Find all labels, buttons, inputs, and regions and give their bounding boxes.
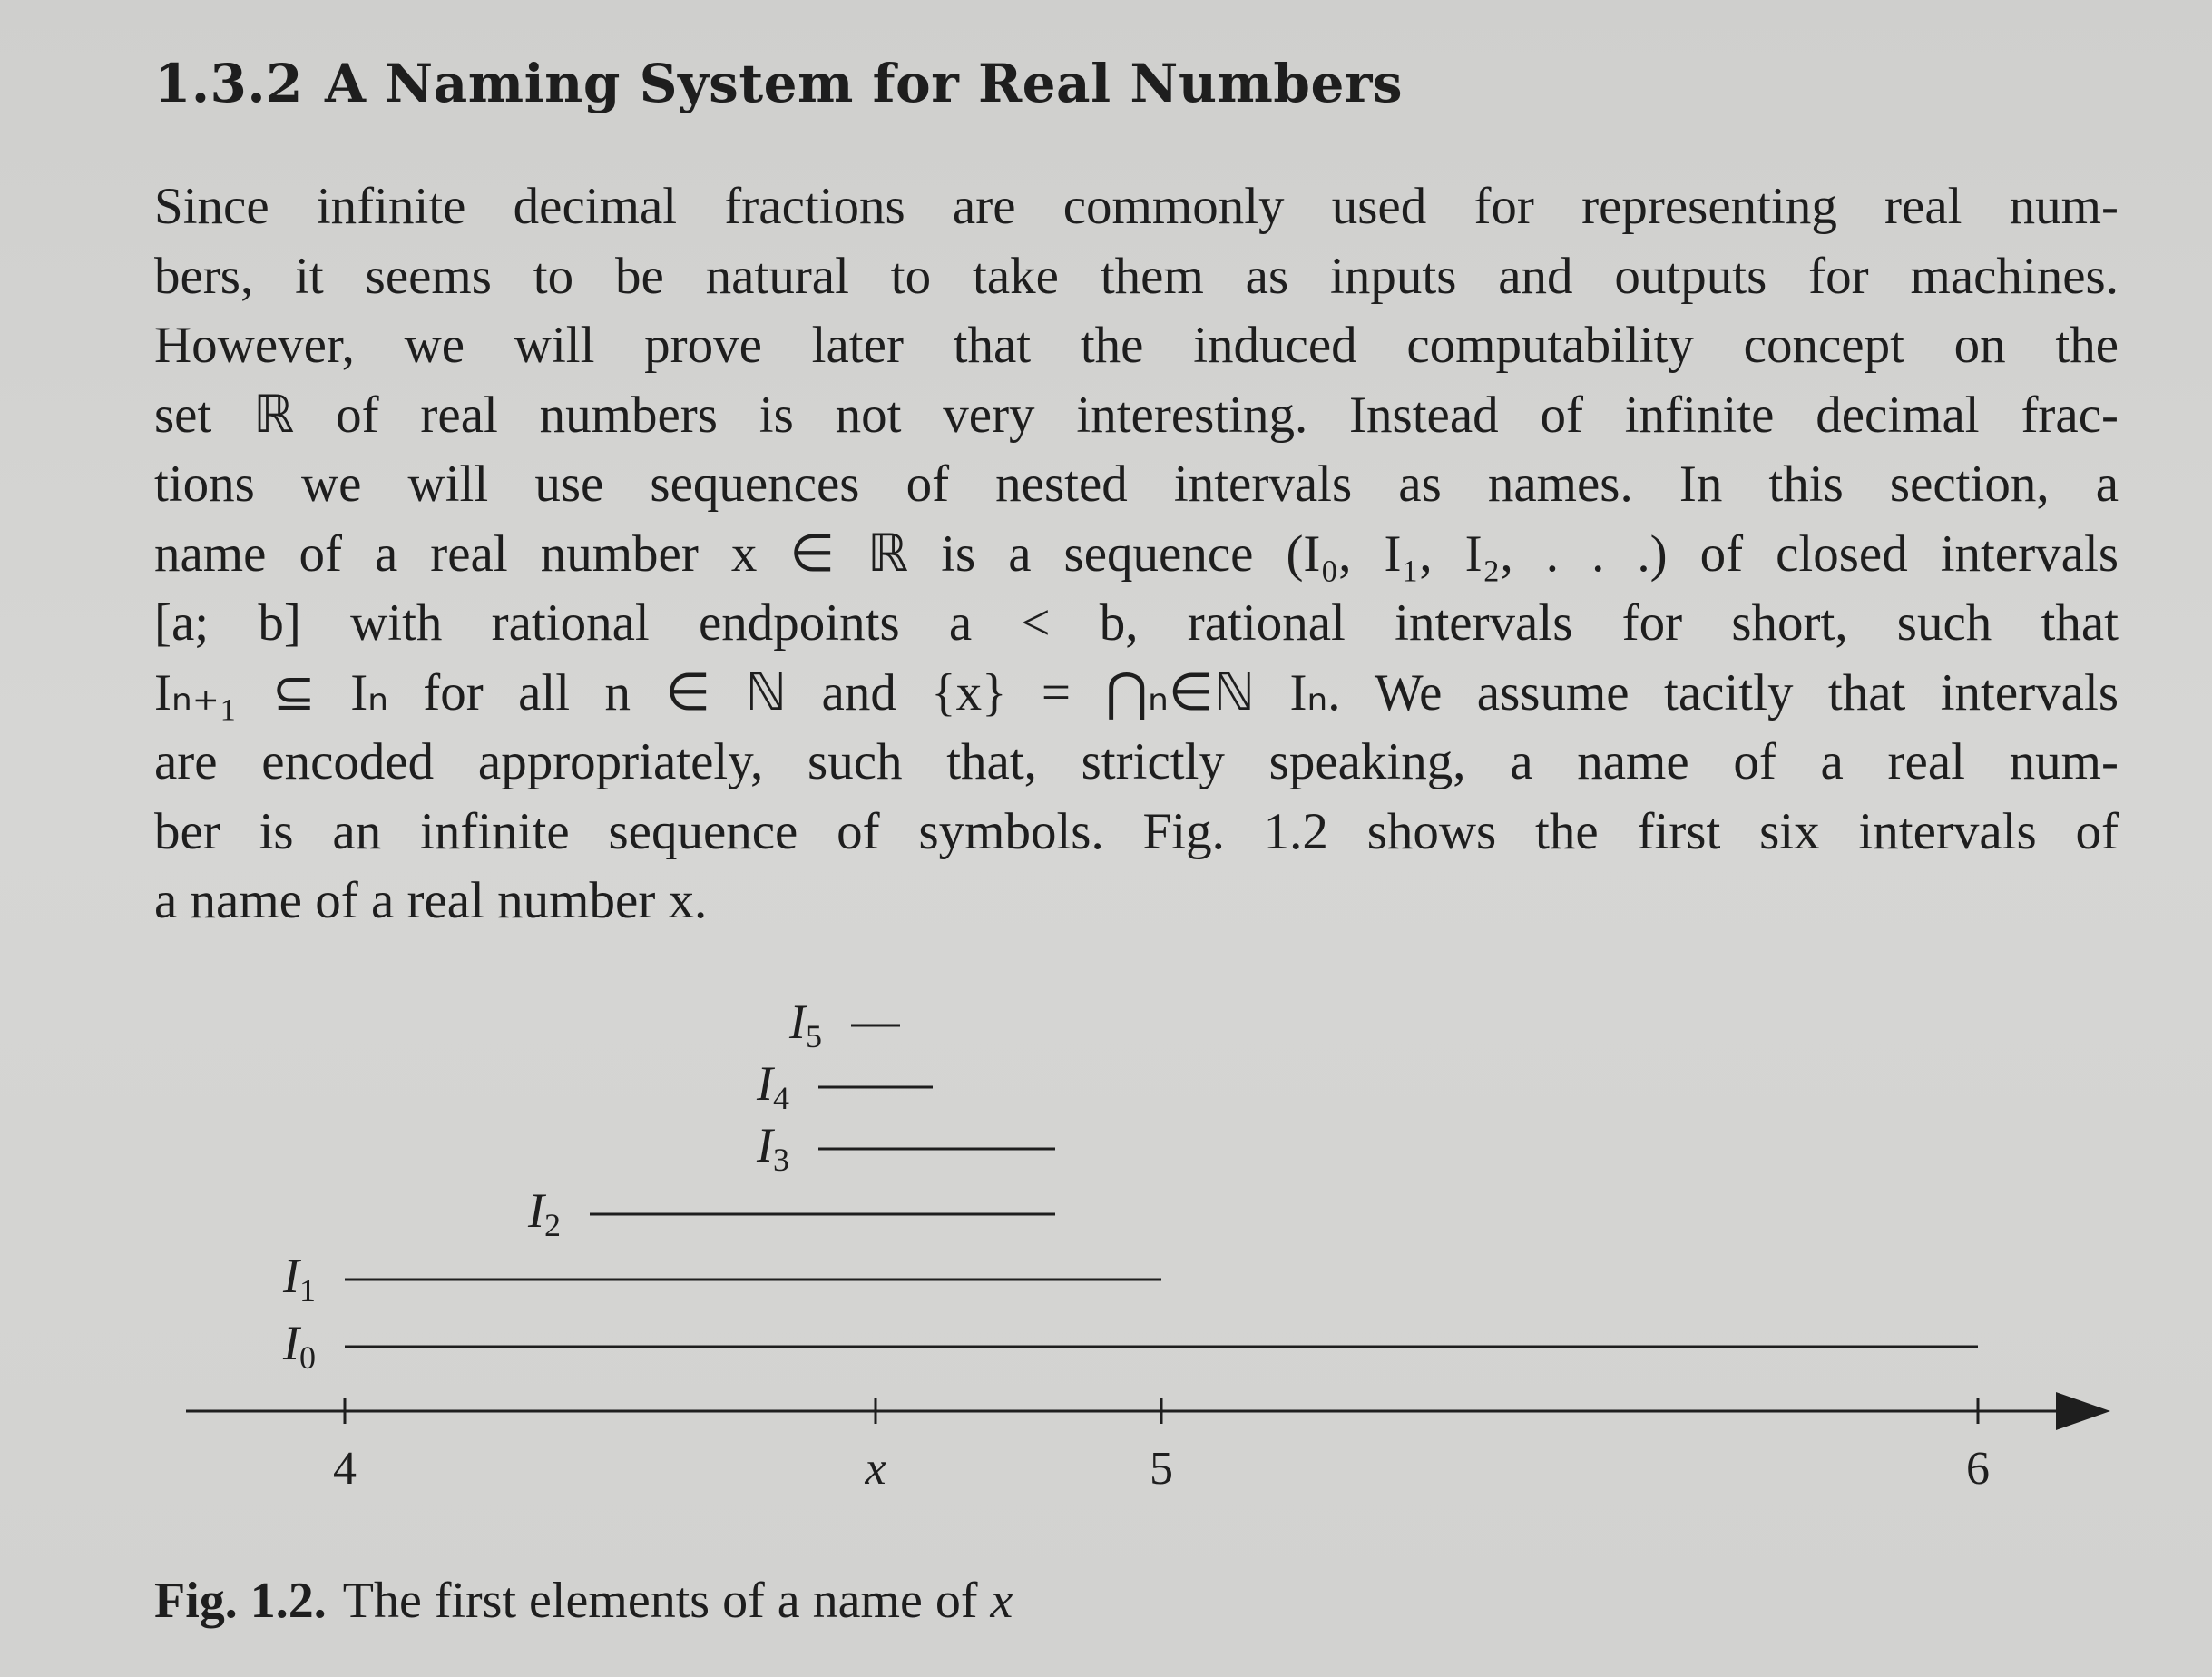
paragraph-line: Since infinite decimal fractions are com… xyxy=(154,178,2119,235)
axis-tick-label: 4 xyxy=(333,1443,357,1495)
caption-variable: x xyxy=(990,1573,1013,1629)
paragraph-line: bers, it seems to be natural to take the… xyxy=(154,247,2119,305)
intervals-group: I0 I1 I2 I3I4I5 xyxy=(282,995,1978,1376)
axis-tick-label: 5 xyxy=(1150,1443,1173,1495)
paragraph-line: Iₙ₊₁ ⊆ Iₙ for all n ∈ ℕ and {x} = ⋂ₙ∈ℕ I… xyxy=(154,663,2119,721)
axis-tick-label: x xyxy=(864,1443,886,1495)
paragraph-line: ber is an infinite sequence of symbols. … xyxy=(154,802,2119,860)
axis-ticks-group: 4 x 5 6 xyxy=(333,1398,1990,1495)
nested-intervals-figure: I0 I1 I2 I3I4I5 4 x 5 6 xyxy=(186,995,2110,1495)
section-title: A Naming System for Real Numbers xyxy=(324,53,1404,114)
axis-tick-label: 6 xyxy=(1966,1443,1990,1495)
section-heading: 1.3.2 A Naming System for Real Numbers xyxy=(154,53,1424,114)
interval-i3-label: I3 xyxy=(756,1118,789,1178)
section-number: 1.3.2 xyxy=(154,53,303,114)
interval-i5-label: I5 xyxy=(788,995,822,1054)
book-page: 1.3.2 A Naming System for Real Numbers Si… xyxy=(0,0,2212,1677)
interval-i2-label: I2 xyxy=(527,1183,561,1243)
body-paragraph: Since infinite decimal fractions are com… xyxy=(154,172,2119,937)
paragraph-line: name of a real number x ∈ ℝ is a sequenc… xyxy=(154,525,2119,583)
caption-label: Fig. 1.2. xyxy=(154,1573,327,1629)
figure-caption: Fig. 1.2. The first elements of a name of… xyxy=(154,1572,1013,1630)
paragraph-line: set ℝ of real numbers is not very intere… xyxy=(154,386,2119,444)
paragraph-line: [a; b] with rational endpoints a < b, ra… xyxy=(154,594,2119,652)
paragraph-line: However, we will prove later that the in… xyxy=(154,317,2119,374)
paragraph-line: a name of a real number x. xyxy=(154,872,708,929)
interval-i0-label: I0 xyxy=(282,1316,316,1376)
caption-text: The first elements of a name of xyxy=(342,1573,991,1629)
paragraph-line: are encoded appropriately, such that, st… xyxy=(154,733,2119,790)
interval-i4-label: I4 xyxy=(756,1056,789,1116)
paragraph-line: tions we will use sequences of nested in… xyxy=(154,456,2119,513)
interval-i1-label: I1 xyxy=(282,1249,316,1309)
